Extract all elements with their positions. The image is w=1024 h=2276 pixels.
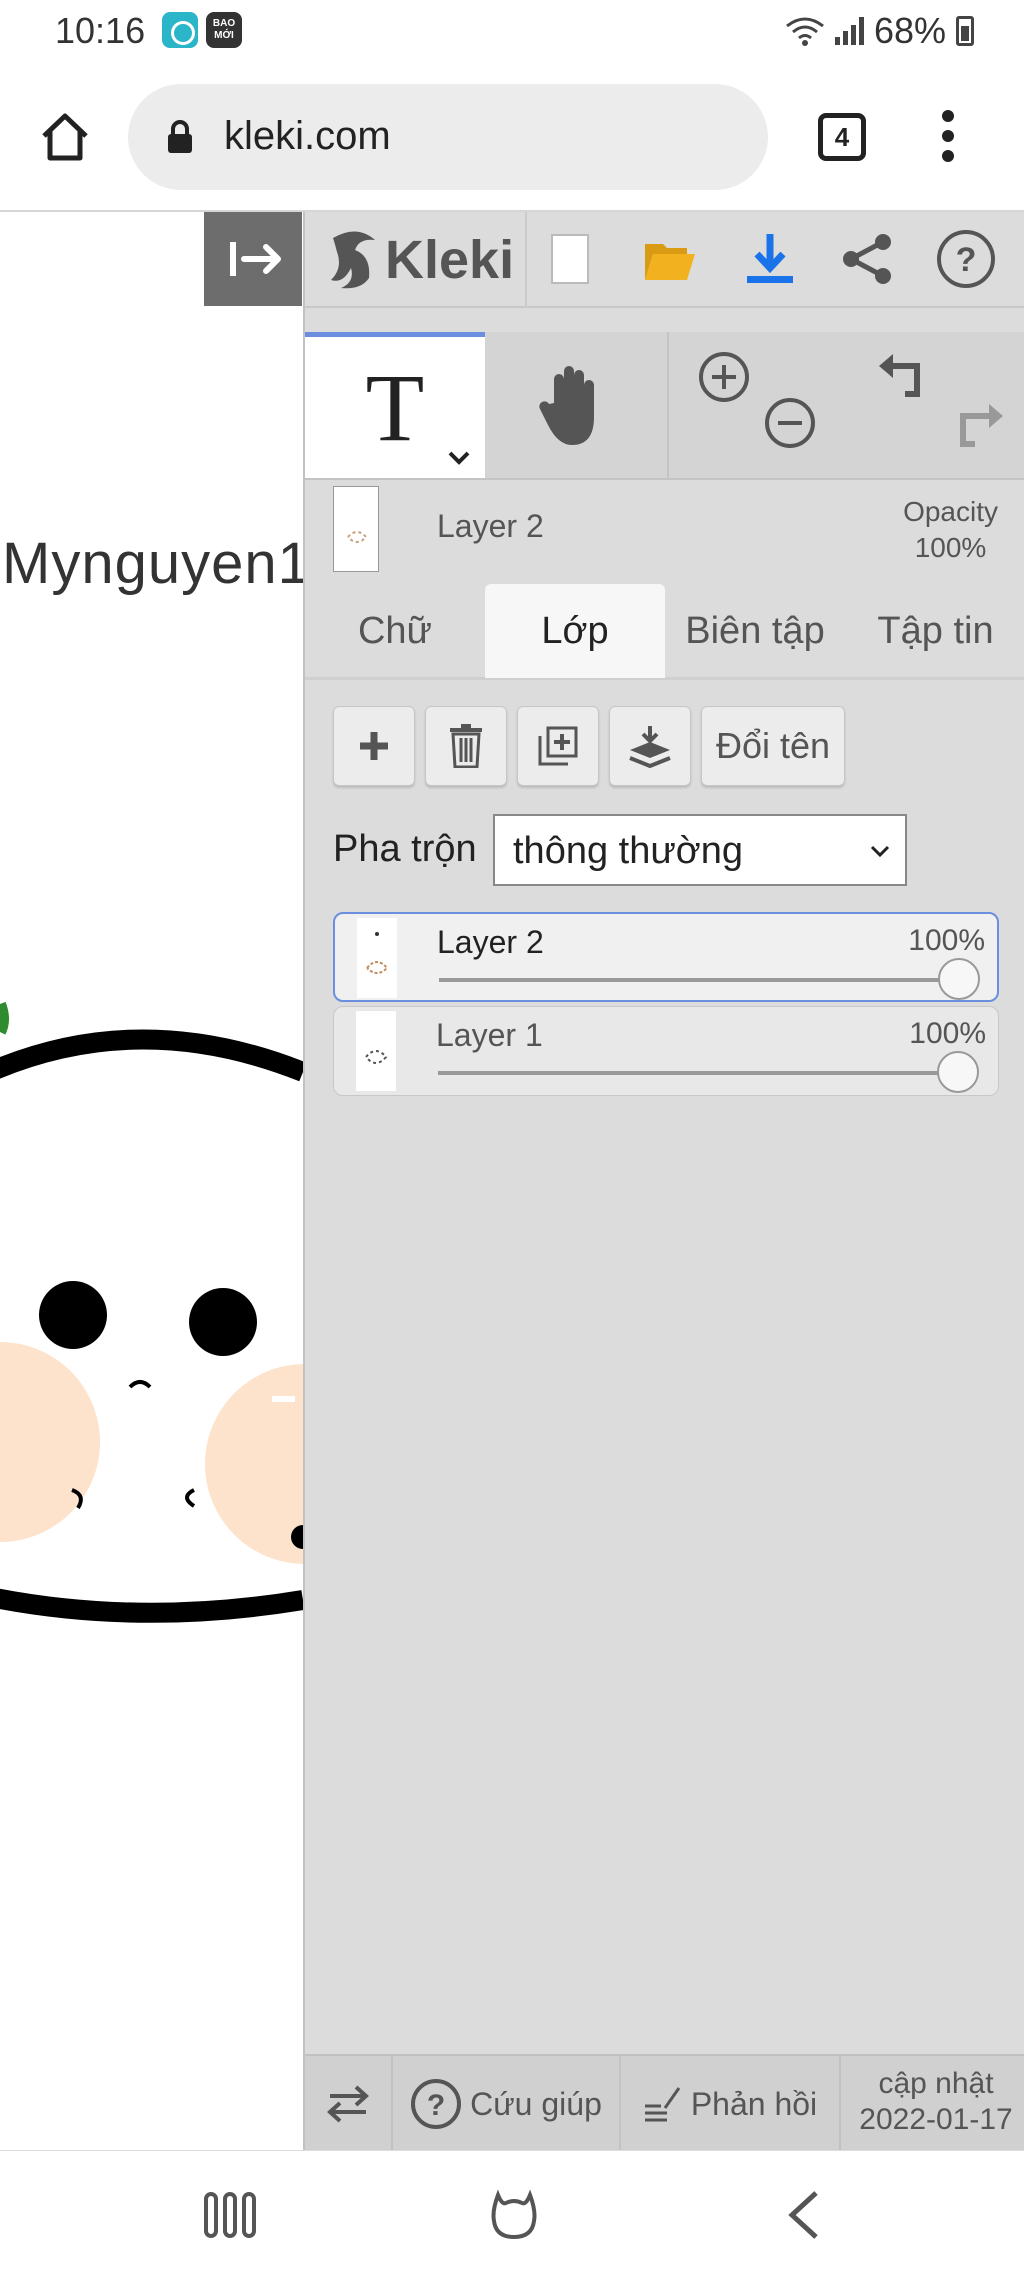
blend-mode-label: Pha trộn — [333, 828, 477, 870]
new-file-icon[interactable] — [537, 226, 603, 292]
wifi-icon — [786, 17, 824, 46]
text-tool-icon: T — [365, 354, 425, 461]
opacity-value: 100% — [914, 532, 987, 563]
drawing-artwork — [0, 1001, 303, 1623]
layer-actions: Đổi tên — [333, 706, 846, 788]
battery-percent: 68% — [873, 10, 946, 51]
share-icon[interactable] — [835, 226, 901, 292]
tool-row: T — [305, 332, 1024, 480]
layer-opacity: 100% — [909, 1017, 986, 1050]
help-icon[interactable]: ? — [933, 226, 999, 292]
chevron-down-icon — [870, 845, 890, 858]
tab-edit[interactable]: Biên tập — [665, 584, 845, 678]
hand-icon — [539, 366, 594, 445]
signal-icon — [834, 17, 864, 45]
baomoi-app-icon: BAO MỚI — [206, 12, 242, 48]
trash-icon — [450, 724, 482, 768]
tab-text[interactable]: Chữ — [305, 584, 485, 678]
plus-icon — [360, 732, 388, 760]
layer-name: Layer 2 — [437, 924, 544, 960]
current-layer-opacity: Opacity 100% — [903, 494, 998, 566]
more-options-icon[interactable] — [940, 110, 956, 166]
status-bar: 10:16 BAO MỚI 68% — [0, 0, 1024, 62]
help-button[interactable]: ? Cứu giúp — [393, 2056, 619, 2152]
tab-layers[interactable]: Lớp — [485, 584, 665, 678]
delete-layer-button[interactable] — [425, 706, 507, 786]
merge-down-button[interactable] — [609, 706, 691, 786]
lock-icon — [168, 120, 192, 153]
back-icon[interactable] — [774, 2185, 834, 2245]
slider-knob[interactable] — [937, 1051, 979, 1093]
redo-icon[interactable] — [949, 402, 1005, 452]
layer-item-layer-1[interactable]: Layer 1 100% — [333, 1006, 999, 1096]
current-layer-name: Layer 2 — [437, 508, 544, 544]
update-label: cập nhật — [878, 2067, 994, 2100]
layer-thumbnail — [356, 1011, 396, 1091]
blend-mode-select[interactable]: thông thường — [493, 814, 907, 886]
chevron-down-icon[interactable] — [447, 450, 471, 466]
kleki-panel: Kleki ? T Layer 2 Opacity 100% Chữ Lớp B… — [303, 212, 1024, 2152]
layer-opacity-slider[interactable] — [439, 958, 980, 1000]
help-circle-icon: ? — [411, 2079, 462, 2129]
text-tool-button[interactable]: T — [305, 332, 485, 478]
help-label: Cứu giúp — [470, 2085, 602, 2122]
zoom-in-icon[interactable] — [697, 350, 751, 404]
duplicate-layer-button[interactable] — [517, 706, 599, 786]
blend-mode-row: Pha trộn thông thường — [333, 814, 933, 886]
messenger-app-icon — [162, 12, 198, 48]
layer-name: Layer 1 — [436, 1017, 543, 1053]
undo-icon[interactable] — [877, 352, 933, 402]
swap-arrows-icon — [327, 2085, 369, 2123]
zoom-out-icon[interactable] — [763, 396, 817, 450]
slider-knob[interactable] — [938, 958, 980, 1000]
merge-down-icon — [629, 726, 671, 768]
kleki-logo[interactable]: Kleki — [325, 222, 515, 298]
zoom-controls — [669, 332, 847, 478]
duplicate-icon — [538, 726, 578, 766]
current-layer-info[interactable]: Layer 2 Opacity 100% — [305, 480, 1024, 578]
panel-tabs: Chữ Lớp Biên tập Tập tin — [305, 584, 1024, 680]
feedback-pen-icon — [644, 2087, 681, 2122]
svg-text:?: ? — [956, 241, 977, 279]
layer-opacity-slider[interactable] — [438, 1051, 979, 1093]
current-layer-thumbnail — [333, 486, 379, 572]
layer-item-layer-2[interactable]: Layer 2 100% — [333, 912, 999, 1002]
home-icon[interactable] — [38, 110, 92, 164]
recent-apps-icon[interactable] — [200, 2185, 260, 2245]
status-right: 68% — [785, 10, 974, 52]
swap-side-button[interactable] — [305, 2056, 391, 2152]
update-info: cập nhật 2022-01-17 — [856, 2066, 1016, 2138]
layer-thumbnail — [357, 918, 397, 998]
feedback-label: Phản hồi — [690, 2085, 818, 2122]
tab-file[interactable]: Tập tin — [845, 584, 1024, 678]
kleki-logo-text: Kleki — [385, 230, 515, 290]
opacity-label: Opacity — [903, 496, 998, 527]
drawing-canvas[interactable]: Mynguyen14 — [0, 212, 303, 2150]
rename-layer-button[interactable]: Đổi tên — [701, 706, 846, 786]
svg-text:?: ? — [427, 2089, 445, 2122]
tab-switcher-button[interactable]: 4 — [818, 113, 866, 161]
system-nav-bar — [0, 2150, 1024, 2276]
kleki-topbar: Kleki ? — [305, 212, 1024, 308]
layer-opacity: 100% — [908, 924, 985, 957]
kleki-logo-icon — [331, 231, 375, 289]
download-icon[interactable] — [737, 226, 803, 292]
history-controls — [847, 332, 1024, 478]
update-date: 2022-01-17 — [859, 2103, 1013, 2136]
url-text: kleki.com — [224, 114, 391, 158]
home-button-icon[interactable] — [484, 2185, 544, 2245]
clock: 10:16 — [55, 10, 146, 51]
address-bar[interactable]: kleki.com — [128, 84, 768, 190]
battery-icon — [956, 16, 974, 46]
blend-mode-value: thông thường — [513, 830, 743, 872]
feedback-button[interactable]: Phản hồi — [621, 2056, 839, 2152]
browser-toolbar: kleki.com 4 — [0, 62, 1024, 212]
hand-tool-button[interactable] — [485, 332, 667, 478]
add-layer-button[interactable] — [333, 706, 415, 786]
open-folder-icon[interactable] — [637, 226, 703, 292]
panel-footer: ? Cứu giúp Phản hồi cập nhật 2022-01-17 — [305, 2054, 1024, 2152]
